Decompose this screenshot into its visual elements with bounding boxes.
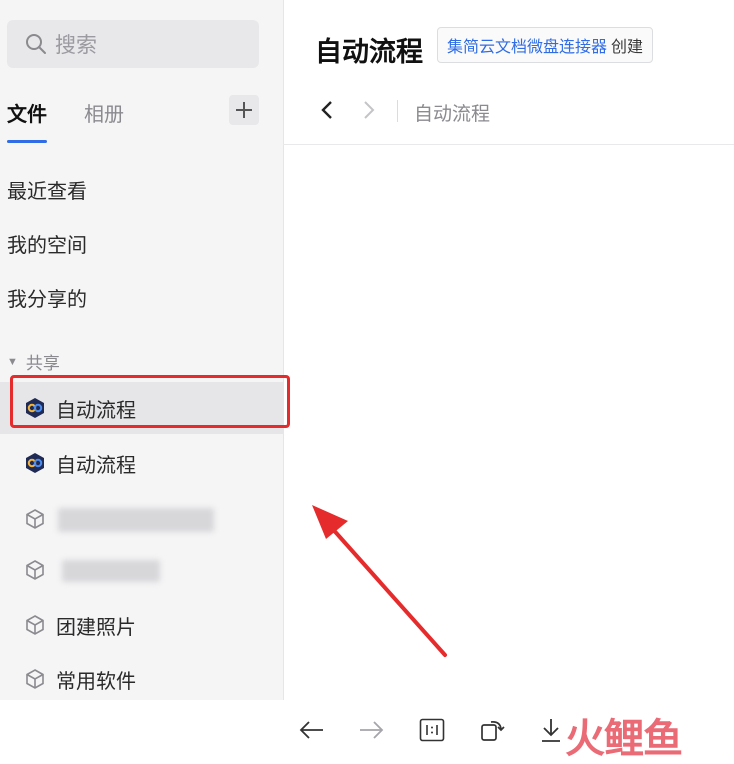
- shared-item-common-software[interactable]: 常用软件: [0, 653, 283, 705]
- rotate-icon: [481, 721, 505, 741]
- cube-icon: [24, 614, 46, 636]
- annotation-arrow: [312, 505, 447, 657]
- redacted-label: [62, 560, 160, 582]
- connector-link[interactable]: 集简云文档微盘连接器: [447, 33, 607, 57]
- chevron-left-icon: [321, 101, 332, 119]
- shared-item-workflow-2[interactable]: 自动流程: [0, 437, 283, 489]
- shared-section-header[interactable]: ▼ 共享: [7, 349, 60, 374]
- cube-icon: [24, 559, 46, 581]
- chevron-right-icon: [364, 101, 375, 119]
- shared-item-label: 自动流程: [56, 454, 136, 477]
- cube-icon: [24, 668, 46, 690]
- watermark-logo: 火鲤鱼: [565, 717, 683, 761]
- download-icon: [542, 719, 560, 742]
- rotate-button[interactable]: [478, 716, 506, 744]
- page-title: 自动流程: [315, 37, 423, 67]
- actual-size-button[interactable]: [418, 716, 446, 744]
- search-input[interactable]: 搜索: [7, 20, 259, 68]
- workflow-icon: [24, 452, 46, 474]
- forward-button[interactable]: [361, 98, 377, 127]
- cube-icon: [24, 508, 46, 530]
- selection-highlight-box: [10, 375, 290, 428]
- shared-item-label: 团建照片: [56, 616, 136, 639]
- arrow-left-icon: [299, 721, 323, 739]
- breadcrumb-divider: [397, 100, 398, 122]
- arrow-right-icon: [360, 721, 384, 739]
- nav-my-space[interactable]: 我的空间: [7, 229, 87, 258]
- creator-badge: 集简云文档微盘连接器 创建: [437, 27, 654, 63]
- shared-section-title: 共享: [25, 354, 60, 373]
- next-arrow-button[interactable]: [357, 716, 385, 744]
- prev-arrow-button[interactable]: [298, 716, 326, 744]
- back-button[interactable]: [319, 98, 335, 127]
- caret-down-icon: ▼: [7, 355, 18, 368]
- breadcrumb: 自动流程: [283, 80, 734, 145]
- badge-suffix: 创建: [611, 39, 644, 56]
- nav-recent[interactable]: 最近查看: [7, 175, 87, 204]
- actual-size-icon: [419, 718, 445, 742]
- sidebar: 搜索 文件 相册 最近查看 我的空间 我分享的 ▼ 共享 自动流程 自动流程 团…: [0, 0, 284, 700]
- plus-icon: [236, 102, 252, 118]
- add-button[interactable]: [229, 95, 259, 125]
- tab-album[interactable]: 相册: [84, 98, 124, 127]
- search-placeholder: 搜索: [55, 34, 97, 57]
- download-button[interactable]: [537, 716, 565, 744]
- breadcrumb-current: 自动流程: [414, 104, 491, 125]
- active-tab-indicator: [7, 140, 47, 143]
- shared-item-label: 常用软件: [56, 670, 136, 693]
- nav-shared-by-me[interactable]: 我分享的: [7, 283, 87, 312]
- tab-files[interactable]: 文件: [7, 98, 47, 127]
- shared-item-team-photos[interactable]: 团建照片: [0, 599, 283, 651]
- redacted-label: [58, 508, 214, 532]
- search-icon: [26, 34, 46, 54]
